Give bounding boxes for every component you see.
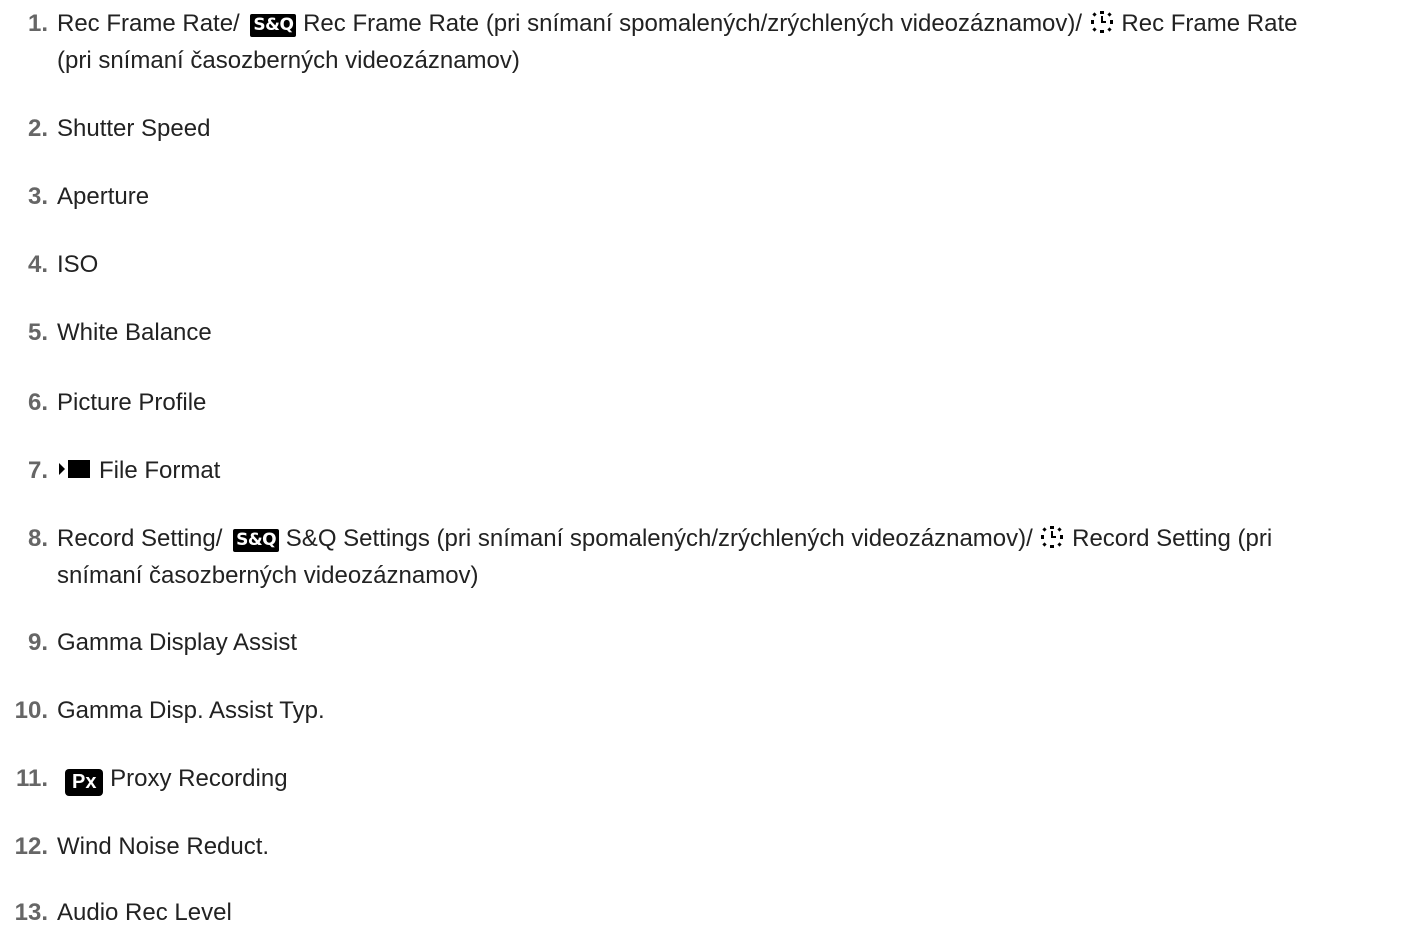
item-number: 7. xyxy=(27,457,48,484)
item-number: 11. xyxy=(15,765,48,792)
item-label: Record Setting/ xyxy=(57,525,230,552)
item-text: Px Proxy Recording xyxy=(57,762,1407,796)
item-label: Gamma Disp. Assist Typ. xyxy=(57,697,325,724)
item-label: Gamma Display Assist xyxy=(57,629,298,656)
item-text: Rec Frame Rate/ S&Q Rec Frame Rate (pri … xyxy=(57,7,1407,78)
slow-quick-icon: S&Q xyxy=(250,14,297,37)
slow-quick-icon: S&Q xyxy=(233,529,280,552)
item-number: 5. xyxy=(27,319,48,346)
item-number: 9. xyxy=(27,629,48,656)
item-label: (pri snímaní časozberných videozáznamov) xyxy=(57,47,520,74)
item-label: Picture Profile xyxy=(57,389,207,416)
item-label: ISO xyxy=(57,251,99,278)
item-number: 13. xyxy=(14,899,48,926)
item-number: 1. xyxy=(27,10,48,37)
item-number: 8. xyxy=(27,525,48,552)
time-lapse-icon xyxy=(1089,10,1115,44)
item-label: Audio Rec Level xyxy=(57,899,232,926)
time-lapse-icon xyxy=(1039,525,1065,559)
item-label: Record Setting (pri xyxy=(1072,525,1273,552)
item-number: 3. xyxy=(27,183,48,210)
item-label: Rec Frame Rate xyxy=(1121,10,1298,37)
item-label: File Format xyxy=(99,457,221,484)
item-number: 2. xyxy=(27,115,48,142)
item-number: 4. xyxy=(27,251,48,278)
item-label: Shutter Speed xyxy=(57,115,211,142)
item-label: Aperture xyxy=(57,183,150,210)
item-text: Record Setting/ S&Q S&Q Settings (pri sn… xyxy=(57,522,1407,593)
item-number: 12. xyxy=(14,833,48,860)
item-label: White Balance xyxy=(57,319,212,346)
item-number: 10. xyxy=(14,697,48,724)
item-text: File Format xyxy=(57,454,1407,491)
proxy-icon: Px xyxy=(65,769,104,796)
item-label: Rec Frame Rate (pri snímaní spomalených/… xyxy=(303,10,1089,37)
item-label: S&Q Settings (pri snímaní spomalených/zr… xyxy=(285,525,1040,552)
item-label: Wind Noise Reduct. xyxy=(57,833,270,860)
movie-icon xyxy=(57,457,95,491)
item-number: 6. xyxy=(27,389,48,416)
item-label: Proxy Recording xyxy=(110,765,288,792)
item-label: snímaní časozberných videozáznamov) xyxy=(57,562,479,589)
item-label: Rec Frame Rate/ xyxy=(57,10,247,37)
